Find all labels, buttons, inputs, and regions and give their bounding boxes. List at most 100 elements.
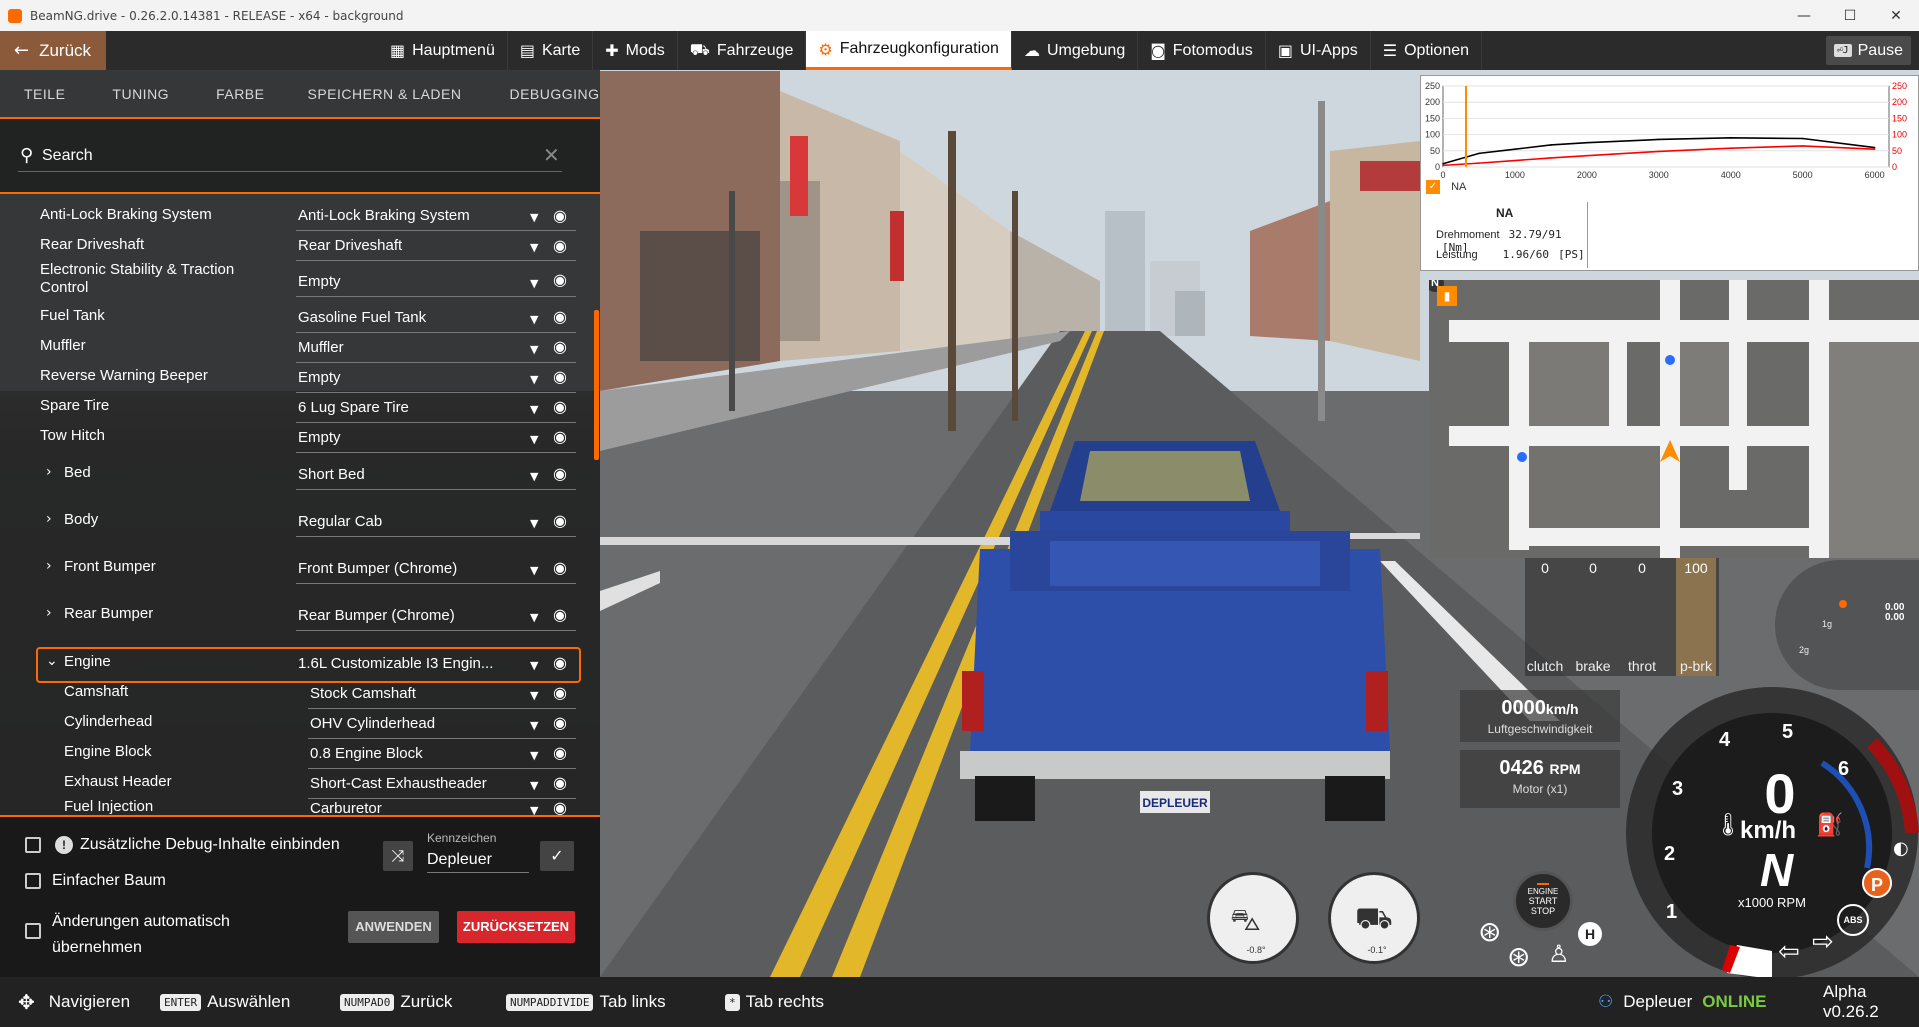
online-status[interactable]: ⚇ Depleuer ONLINE	[1598, 977, 1766, 1027]
engine-start-stop-button[interactable]: ENGINE START STOP	[1513, 871, 1573, 931]
dropdown-caret-icon[interactable]: ▼	[530, 277, 538, 290]
part-select[interactable]: Short-Cast Exhaustheader	[310, 775, 530, 792]
license-plate-input[interactable]: Depleuer	[427, 851, 529, 873]
part-row[interactable]: Electronic Stability & Traction Control …	[0, 261, 600, 305]
debug-content-checkbox[interactable]	[25, 837, 41, 853]
menu-item-options[interactable]: ☰ Optionen	[1371, 31, 1483, 70]
gforce-meter[interactable]: 0.00 0.00 1g 2g	[1775, 560, 1919, 690]
part-select[interactable]: 0.8 Engine Block	[310, 745, 530, 762]
search-input[interactable]: Search	[42, 147, 93, 165]
chart-legend[interactable]: ✓ NA	[1426, 180, 1466, 194]
tab-save-load[interactable]: SPEICHERN & LADEN	[264, 86, 461, 102]
menu-item-vehicle-config[interactable]: ⚙ Fahrzeugkonfiguration	[806, 31, 1012, 70]
part-select[interactable]: Empty	[298, 273, 518, 290]
part-select[interactable]: Gasoline Fuel Tank	[298, 309, 518, 326]
rpm-display[interactable]: 0426 RPM Motor (x1)	[1460, 750, 1620, 808]
auto-apply-checkbox[interactable]	[25, 923, 41, 939]
chevron-right-icon[interactable]: ›	[46, 558, 52, 574]
part-select[interactable]: Front Bumper (Chrome)	[298, 560, 518, 577]
part-select[interactable]: Anti-Lock Braking System	[298, 207, 518, 224]
abs-icon[interactable]: ABS	[1837, 904, 1869, 936]
part-row[interactable]: Anti-Lock Braking System Anti-Lock Braki…	[0, 206, 600, 236]
dropdown-caret-icon[interactable]: ▼	[530, 611, 538, 624]
visibility-eye-icon[interactable]: ◉	[553, 397, 567, 416]
pause-button[interactable]: ⏎J Pause	[1825, 36, 1911, 65]
dropdown-caret-icon[interactable]: ▼	[530, 749, 538, 762]
visibility-eye-icon[interactable]: ◉	[553, 427, 567, 446]
part-select[interactable]: Carburetor	[310, 800, 530, 815]
back-button[interactable]: ← Zurück	[0, 31, 106, 70]
pitch-gauge[interactable]: ⛍ -0.8°	[1207, 872, 1299, 964]
part-select[interactable]: Regular Cab	[298, 513, 518, 530]
input-display[interactable]: 0 clutch 0 brake 0 throt 100 p-brk	[1525, 558, 1719, 676]
clear-search-icon[interactable]: ✕	[543, 143, 560, 167]
parking-brake-icon[interactable]: P	[1862, 868, 1892, 898]
part-row-expandable[interactable]: › Front Bumper Front Bumper (Chrome) ▼ ◉	[0, 558, 600, 588]
visibility-eye-icon[interactable]: ◉	[553, 337, 567, 356]
search-bar[interactable]: ⚲ Search ✕	[0, 119, 600, 194]
visibility-eye-icon[interactable]: ◉	[553, 605, 567, 624]
close-window-button[interactable]: ✕	[1873, 0, 1919, 31]
parts-scrollbar[interactable]	[594, 310, 599, 460]
dropdown-caret-icon[interactable]: ▼	[530, 313, 538, 326]
visibility-eye-icon[interactable]: ◉	[553, 270, 567, 289]
hill-hold-icon[interactable]: H	[1578, 922, 1602, 946]
dropdown-caret-icon[interactable]: ▼	[530, 517, 538, 530]
chevron-right-icon[interactable]: ›	[46, 605, 52, 621]
roll-gauge[interactable]: ⛟ -0.1°	[1328, 872, 1420, 964]
minimize-button[interactable]: —	[1781, 0, 1827, 31]
part-row[interactable]: Fuel Injection Carburetor ▼ ◉	[0, 798, 600, 815]
menu-item-vehicles[interactable]: ⛟ Fahrzeuge	[678, 31, 807, 70]
steering-wheel-icon[interactable]: ⊛	[1478, 915, 1501, 948]
part-row[interactable]: Camshaft Stock Camshaft ▼ ◉	[0, 683, 600, 713]
minimap[interactable]: N ▮	[1429, 280, 1919, 558]
visibility-eye-icon[interactable]: ◉	[553, 683, 567, 702]
visibility-eye-icon[interactable]: ◉	[553, 798, 567, 815]
visibility-eye-icon[interactable]: ◉	[553, 307, 567, 326]
dropdown-caret-icon[interactable]: ▼	[530, 564, 538, 577]
menu-item-mods[interactable]: ✚ Mods	[593, 31, 678, 70]
apply-button[interactable]: ANWENDEN	[348, 911, 439, 943]
tab-color[interactable]: FARBE	[169, 86, 264, 102]
part-select[interactable]: Rear Driveshaft	[298, 237, 518, 254]
part-row[interactable]: Reverse Warning Beeper Empty ▼ ◉	[0, 367, 600, 397]
visibility-eye-icon[interactable]: ◉	[553, 206, 567, 225]
visibility-eye-icon[interactable]: ◉	[553, 464, 567, 483]
airspeed-display[interactable]: 0000km/h Luftgeschwindigkeit	[1460, 690, 1620, 742]
visibility-eye-icon[interactable]: ◉	[553, 558, 567, 577]
tire-icon[interactable]: ⊛	[1507, 940, 1530, 973]
dropdown-caret-icon[interactable]: ▼	[530, 433, 538, 446]
part-select[interactable]: Empty	[298, 429, 518, 446]
dropdown-caret-icon[interactable]: ▼	[530, 241, 538, 254]
part-row[interactable]: Muffler Muffler ▼ ◉	[0, 337, 600, 367]
tab-tuning[interactable]: TUNING	[65, 86, 169, 102]
visibility-eye-icon[interactable]: ◉	[553, 236, 567, 255]
headlight-icon[interactable]: ◐	[1893, 838, 1909, 859]
part-select[interactable]: OHV Cylinderhead	[310, 715, 530, 732]
maximize-button[interactable]: ☐	[1827, 0, 1873, 31]
visibility-eye-icon[interactable]: ◉	[553, 773, 567, 792]
menu-item-photo-mode[interactable]: ◙ Fotomodus	[1138, 31, 1266, 70]
random-plate-button[interactable]: ⤨	[383, 841, 413, 871]
torque-curve-app[interactable]: 250 200 150 100 50 0 250 200 150 100 50 0 0 1000 2000 3…	[1420, 75, 1919, 271]
turn-right-icon[interactable]: ⇨	[1812, 927, 1834, 957]
part-row[interactable]: Spare Tire 6 Lug Spare Tire ▼ ◉	[0, 397, 600, 427]
tab-debugging[interactable]: DEBUGGING	[461, 86, 599, 102]
menu-item-environment[interactable]: ☁ Umgebung	[1012, 31, 1139, 70]
part-row[interactable]: Fuel Tank Gasoline Fuel Tank ▼ ◉	[0, 307, 600, 337]
menu-item-ui-apps[interactable]: ▣ UI-Apps	[1266, 31, 1371, 70]
visibility-eye-icon[interactable]: ◉	[553, 511, 567, 530]
tab-parts[interactable]: TEILE	[0, 86, 65, 102]
part-select[interactable]: Rear Bumper (Chrome)	[298, 607, 518, 624]
part-select[interactable]: 6 Lug Spare Tire	[298, 399, 518, 416]
part-select[interactable]: Muffler	[298, 339, 518, 356]
dropdown-caret-icon[interactable]: ▼	[530, 689, 538, 702]
speedometer-tachometer[interactable]: 1 2 3 4 5 6 0 km/h N x1000 RPM 🌡 ⛽	[1622, 683, 1919, 980]
dropdown-caret-icon[interactable]: ▼	[530, 373, 538, 386]
reset-button[interactable]: ZURÜCKSETZEN	[457, 911, 575, 943]
dropdown-caret-icon[interactable]: ▼	[530, 470, 538, 483]
part-row-expandable[interactable]: › Body Regular Cab ▼ ◉	[0, 511, 600, 541]
confirm-plate-button[interactable]: ✓	[540, 841, 574, 871]
dropdown-caret-icon[interactable]: ▼	[530, 403, 538, 416]
visibility-eye-icon[interactable]: ◉	[553, 713, 567, 732]
